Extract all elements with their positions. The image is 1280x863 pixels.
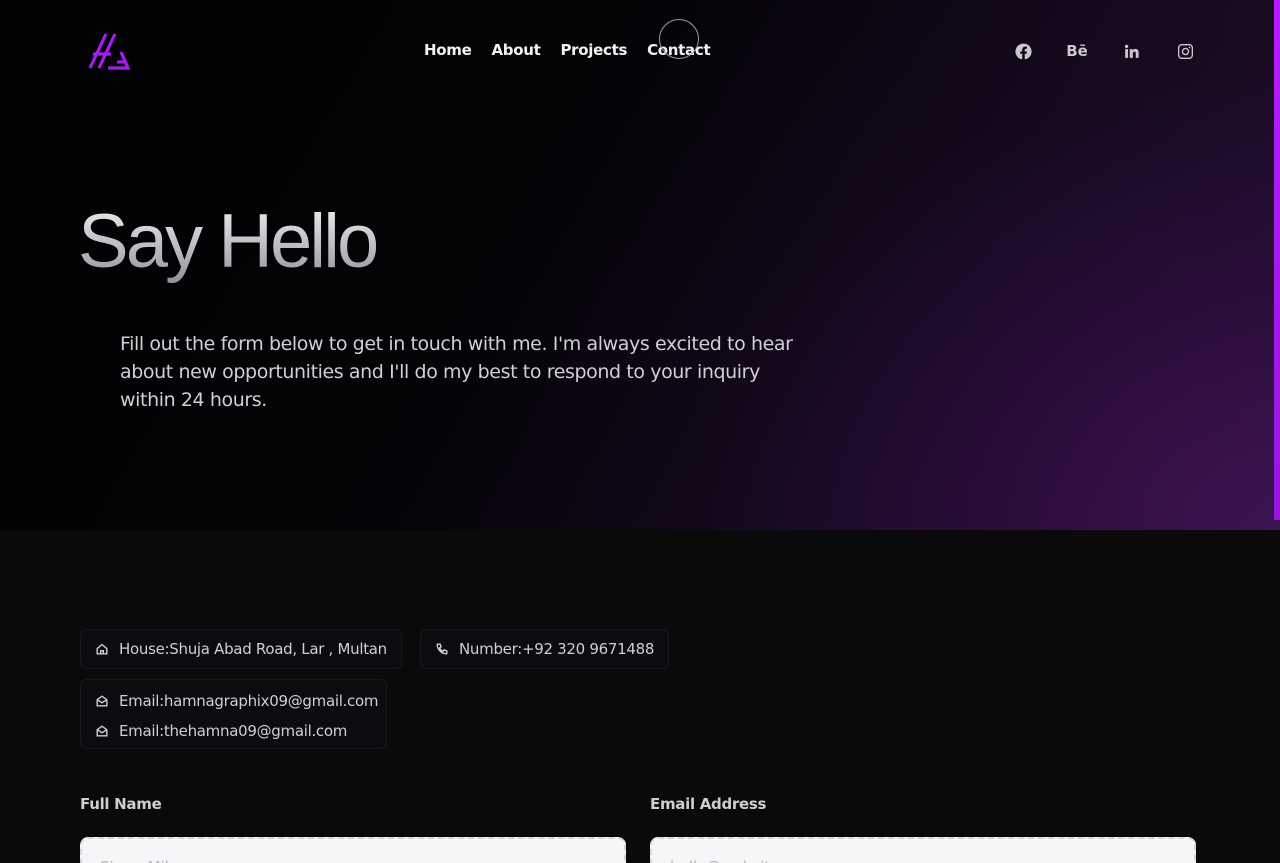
address-card: House:Shuja Abad Road, Lar , Multan bbox=[80, 629, 402, 669]
email-card: Email:hamnagraphix09@gmail.com Email:the… bbox=[80, 679, 387, 749]
home-icon bbox=[96, 643, 108, 655]
scroll-accent-bar bbox=[1274, 0, 1280, 520]
nav-about-link[interactable]: About bbox=[491, 41, 540, 59]
full-name-label: Full Name bbox=[80, 795, 162, 813]
hero-description: Fill out the form below to get in touch … bbox=[120, 333, 793, 411]
mail-open-icon bbox=[96, 725, 108, 737]
hg-logo-icon[interactable] bbox=[86, 30, 132, 70]
facebook-icon bbox=[1014, 43, 1032, 59]
nav-projects-link[interactable]: Projects bbox=[560, 41, 627, 59]
custom-cursor-ring bbox=[659, 19, 699, 59]
phone-icon bbox=[436, 643, 448, 655]
full-name-input[interactable] bbox=[80, 837, 626, 863]
page-title: Say Hello bbox=[78, 199, 379, 284]
phone-text[interactable]: Number:+92 320 9671488 bbox=[459, 640, 654, 658]
email-row: Email:thehamna09@gmail.com bbox=[95, 716, 372, 746]
facebook-link[interactable] bbox=[996, 38, 1050, 64]
email-text[interactable]: Email:hamnagraphix09@gmail.com bbox=[119, 692, 378, 710]
address-text: House:Shuja Abad Road, Lar , Multan bbox=[119, 640, 387, 658]
behance-link[interactable]: Bē bbox=[1050, 38, 1104, 64]
hero-section: Home About Projects Contact Bē Say Hello… bbox=[0, 0, 1280, 530]
linkedin-icon bbox=[1124, 44, 1139, 58]
mail-open-icon bbox=[96, 695, 108, 707]
email-address-label: Email Address bbox=[650, 795, 767, 813]
social-links: Bē bbox=[996, 38, 1212, 64]
email-address-input[interactable] bbox=[650, 837, 1196, 863]
linkedin-link[interactable] bbox=[1104, 38, 1158, 64]
email-text[interactable]: Email:thehamna09@gmail.com bbox=[119, 722, 347, 740]
email-row: Email:hamnagraphix09@gmail.com bbox=[95, 686, 378, 716]
instagram-icon bbox=[1177, 43, 1193, 59]
nav-home-link[interactable]: Home bbox=[424, 41, 472, 59]
behance-icon: Bē bbox=[1066, 42, 1088, 60]
phone-card: Number:+92 320 9671488 bbox=[420, 629, 670, 669]
instagram-link[interactable] bbox=[1158, 38, 1212, 64]
